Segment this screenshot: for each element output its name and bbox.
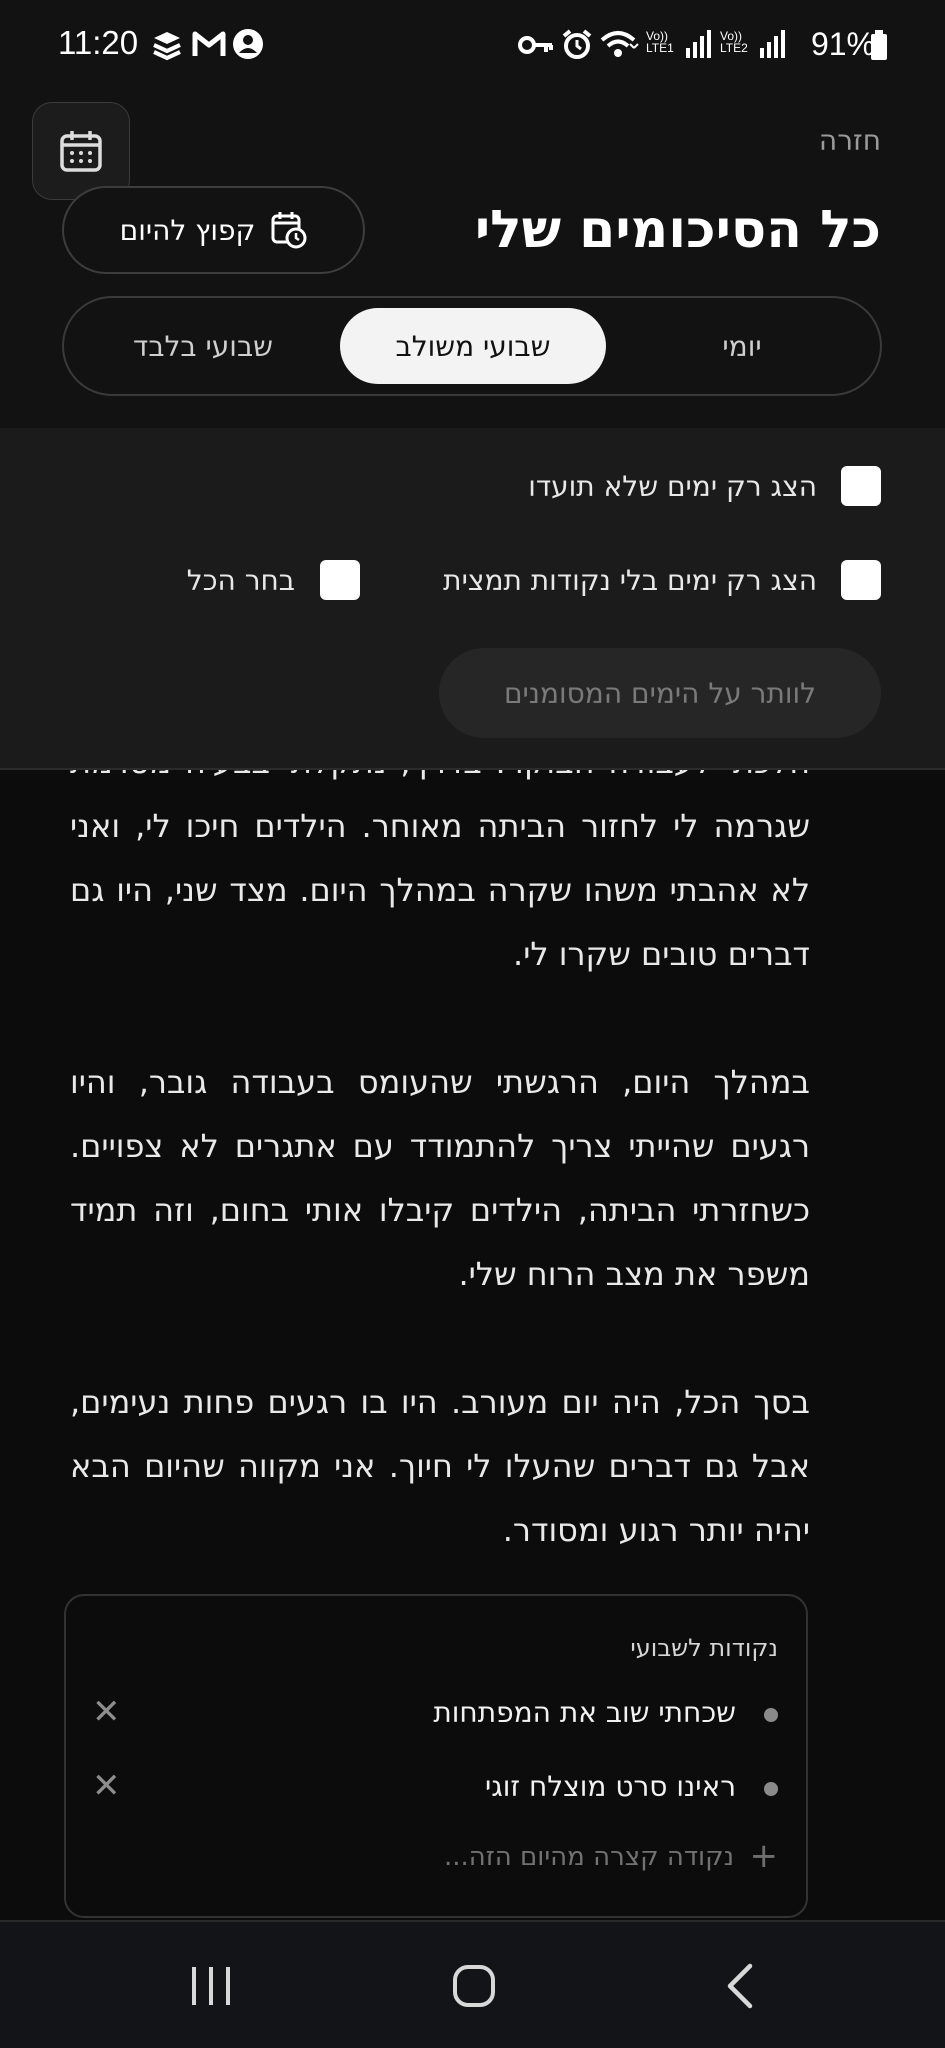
account-icon bbox=[233, 29, 263, 59]
status-time: 11:20 bbox=[58, 24, 139, 61]
calendar-clock-icon bbox=[271, 212, 307, 249]
key-icon bbox=[518, 36, 553, 54]
status-bar: 11:20 Vo)) LTE1 Vo)) LTE2 91% bbox=[0, 0, 945, 72]
select-all-label: בחר הכל bbox=[186, 564, 295, 597]
add-point-row[interactable]: + נקודה קצרה מהיום הזה... bbox=[88, 1836, 778, 1882]
battery-icon bbox=[871, 30, 887, 60]
tab-daily[interactable]: יומי bbox=[614, 308, 870, 384]
weekly-points-card: נקודות לשבועי שכחתי שוב את המפתחות ✕ ראי… bbox=[64, 1594, 808, 1918]
wifi-icon bbox=[600, 31, 639, 57]
navigation-bar bbox=[0, 1920, 945, 2048]
lte2-label: LTE2 bbox=[720, 41, 748, 55]
page-title: כל הסיכומים שלי bbox=[474, 200, 881, 260]
recent-apps-icon[interactable] bbox=[188, 1964, 234, 2008]
summary-paragraph: הלכתי לעבודה הבוקר. בדרך, נתקלתי בבעיה מ… bbox=[70, 770, 810, 973]
battery-percent: 91% bbox=[810, 26, 875, 62]
only-no-points-label: הצג רק ימים בלי נקודות תמצית bbox=[443, 564, 817, 597]
app-icon bbox=[153, 32, 181, 61]
only-no-points-checkbox[interactable] bbox=[841, 560, 881, 600]
back-icon[interactable] bbox=[724, 1962, 754, 2010]
jump-to-today-button[interactable]: קפוץ להיום bbox=[62, 186, 365, 274]
bullet-icon bbox=[764, 1708, 778, 1722]
only-undocumented-label: הצג רק ימים שלא תועדו bbox=[528, 470, 817, 503]
plus-icon[interactable]: + bbox=[750, 1836, 779, 1876]
tab-weekly-combined[interactable]: שבועי משולב bbox=[340, 308, 606, 384]
only-undocumented-checkbox[interactable] bbox=[841, 466, 881, 506]
point-text: ראינו סרט מוצלח זוגי bbox=[484, 1770, 736, 1803]
lte1-label: LTE1 bbox=[646, 41, 674, 55]
alarm-icon bbox=[562, 29, 592, 59]
select-all-checkbox[interactable] bbox=[320, 560, 360, 600]
list-item: שכחתי שוב את המפתחות ✕ bbox=[88, 1692, 778, 1736]
list-item: ראינו סרט מוצלח זוגי ✕ bbox=[88, 1766, 778, 1810]
add-point-input[interactable]: נקודה קצרה מהיום הזה... bbox=[444, 1842, 734, 1872]
gmail-icon bbox=[192, 31, 226, 56]
signal-icon bbox=[686, 30, 711, 58]
remove-icon[interactable]: ✕ bbox=[92, 1692, 121, 1732]
back-link[interactable]: חזרה bbox=[819, 124, 881, 157]
jump-to-today-label: קפוץ להיום bbox=[119, 213, 256, 247]
bullet-icon bbox=[764, 1782, 778, 1796]
summary-paragraph: במהלך היום, הרגשתי שהעומס בעבודה גובר, ו… bbox=[70, 1063, 810, 1293]
home-icon[interactable] bbox=[452, 1964, 496, 2008]
tab-weekly-only[interactable]: שבועי בלבד bbox=[74, 308, 332, 384]
sim2-label: Vo)) LTE2 bbox=[720, 30, 748, 54]
calendar-icon bbox=[60, 131, 102, 172]
skip-selected-days-button[interactable]: לוותר על הימים המסומנים bbox=[439, 648, 881, 738]
sim1-label: Vo)) LTE1 bbox=[646, 30, 674, 54]
remove-icon[interactable]: ✕ bbox=[92, 1766, 121, 1806]
view-tabs: יומי שבועי משולב שבועי בלבד bbox=[62, 296, 882, 396]
point-text: שכחתי שוב את המפתחות bbox=[433, 1696, 736, 1729]
summary-paragraph: בסך הכל, היה יום מעורב. היו בו רגעים פחו… bbox=[70, 1383, 810, 1549]
signal-icon bbox=[760, 30, 785, 58]
weekly-points-title: נקודות לשבועי bbox=[630, 1634, 778, 1662]
